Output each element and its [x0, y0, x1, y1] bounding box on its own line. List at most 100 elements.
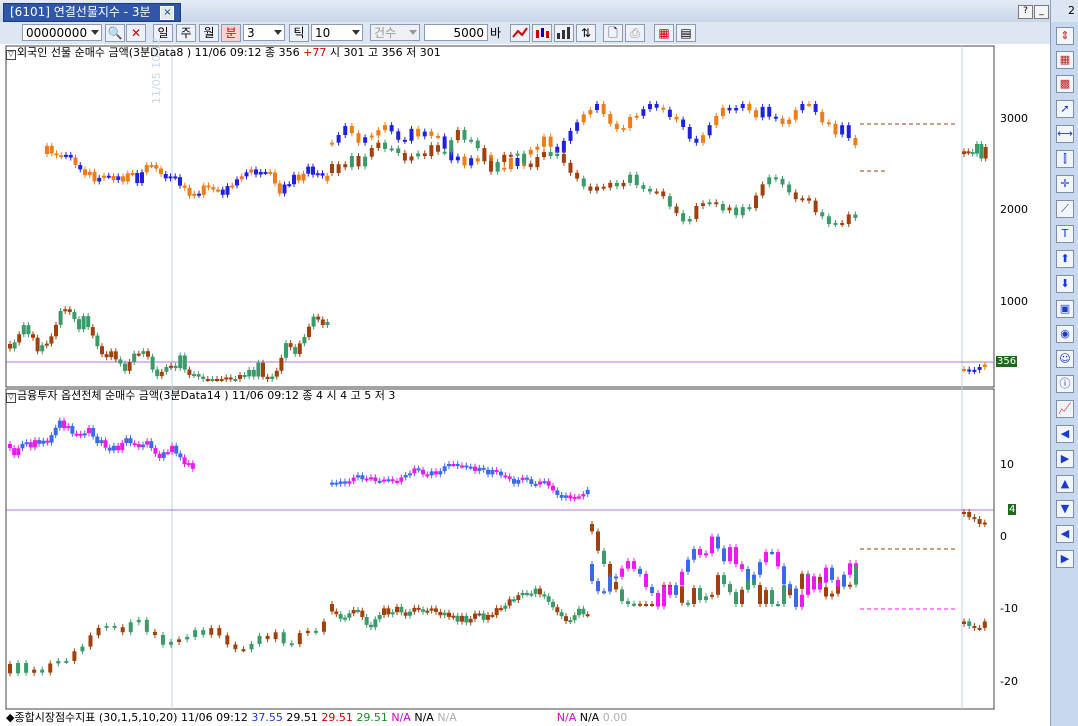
candle-button[interactable] — [532, 24, 552, 42]
top-series-d-candle — [681, 213, 686, 222]
right-button[interactable]: ▶ — [1056, 450, 1074, 468]
search-clear-button[interactable]: ✕ — [126, 24, 146, 42]
sort-button[interactable]: ⇅ — [576, 24, 596, 42]
foreign-futures-candle — [224, 377, 229, 380]
info-button[interactable]: ⓘ — [1056, 375, 1074, 393]
top-series-d-candle — [641, 185, 646, 189]
collapse-icon[interactable]: ▽ — [6, 50, 16, 60]
top-series-b-candle — [320, 173, 325, 176]
fin-options-c-candle — [451, 615, 456, 618]
table-button[interactable]: ▤ — [676, 24, 696, 42]
top-series-c-candle — [826, 122, 831, 125]
smile-button[interactable]: ☺ — [1056, 350, 1074, 368]
fin-options-c-candle — [447, 612, 451, 617]
top-series-c-candle — [575, 122, 580, 131]
count-select[interactable]: 건수 — [370, 24, 420, 41]
top-series-d-candle — [376, 142, 381, 149]
trend-button[interactable]: ⟋ — [1056, 200, 1074, 218]
fin-options-c-candle — [412, 607, 417, 612]
fin-options-d-candle — [369, 477, 373, 480]
minute-select[interactable]: 3 — [243, 24, 285, 41]
period-month-button[interactable]: 월 — [199, 24, 219, 42]
fin-options-c-candle — [351, 609, 356, 614]
chart-button[interactable]: ▩ — [1056, 75, 1074, 93]
scroll-button[interactable]: ⇕ — [1056, 27, 1074, 45]
fin-options-c-candle — [555, 607, 560, 613]
period-minute-button[interactable]: 분 — [221, 24, 241, 42]
grid-button[interactable]: ▦ — [1056, 51, 1074, 69]
top-series-c-candle — [528, 149, 533, 155]
chart-area[interactable]: ▽ 외국인 선물 순매수 금액(3분Data8 ) 11/06 09:12 종 3… — [0, 37, 1050, 726]
code-select[interactable]: 00000000 — [22, 24, 102, 41]
fin-options-a-candle — [20, 443, 25, 449]
fin-options-d-candle — [351, 477, 356, 482]
text-button[interactable]: T — [1056, 225, 1074, 243]
top-series-b-candle — [78, 165, 83, 170]
top-series-c-candle — [641, 109, 646, 116]
fin-options-c-candle — [490, 614, 495, 617]
top-series-d-candle — [522, 153, 527, 164]
fin-options-c-candle — [551, 601, 555, 608]
tick-button[interactable]: 틱 — [289, 24, 309, 42]
bar-chart-button[interactable] — [554, 24, 574, 42]
foreign-futures-candle — [72, 312, 77, 320]
fin-options-d-candle — [507, 476, 512, 479]
fin-options-d-candle — [520, 477, 525, 480]
cross-button[interactable]: ✛ — [1056, 175, 1074, 193]
chart-canvas[interactable] — [0, 44, 1050, 726]
top-series-c-candle — [740, 104, 745, 109]
fin-options-c-candle — [581, 608, 586, 615]
up-button[interactable]: ▲ — [1056, 475, 1074, 493]
hline-button[interactable]: ⟷ — [1056, 125, 1074, 143]
period-week-button[interactable]: 주 — [176, 24, 196, 42]
prev-button[interactable]: ◀ — [1056, 525, 1074, 543]
fin-options-d-candle — [564, 495, 568, 498]
collapse-icon[interactable]: ▽ — [6, 393, 16, 403]
tab-close-icon[interactable]: × — [160, 5, 175, 20]
fin-options-e-candle — [800, 573, 804, 589]
middle-tail-b-candle — [972, 625, 977, 629]
window-title: [6101] 연결선물지수 - 3분 — [10, 5, 151, 19]
top-series-d-candle — [442, 151, 447, 154]
minimize-button[interactable]: _ — [1034, 5, 1049, 19]
fin-options-c-candle — [559, 612, 564, 617]
pointer-button[interactable]: ➚ — [1056, 100, 1074, 118]
vline-button[interactable]: ⫿ — [1056, 150, 1074, 168]
rect-button[interactable]: ▣ — [1056, 300, 1074, 318]
top-series-b-candle — [54, 153, 59, 156]
mini-chart-button[interactable]: 📈 — [1056, 400, 1074, 418]
fin-options-a-candle — [128, 438, 133, 444]
foreign-futures-candle — [242, 375, 247, 378]
title-bar: [6101] 연결선물지수 - 3분 × ? _ — [0, 0, 1050, 23]
fin-options-f-candle — [812, 576, 816, 590]
fin-options-c-candle — [464, 615, 469, 623]
down-arrow-button[interactable]: ⬇ — [1056, 275, 1074, 293]
help-button[interactable]: ? — [1018, 5, 1033, 19]
top-series-d-candle — [793, 192, 798, 200]
foreign-futures-candle — [26, 325, 31, 335]
fin-options-b-candle — [321, 621, 326, 632]
window-tab[interactable]: [6101] 연결선물지수 - 3분 × — [3, 3, 182, 22]
tick-select[interactable]: 10 — [311, 24, 363, 41]
print-button[interactable]: ⎙ — [625, 24, 645, 42]
top-series-c-candle — [409, 128, 414, 141]
circle-button[interactable]: ◉ — [1056, 325, 1074, 343]
top-series-d-candle — [462, 129, 467, 140]
count-input[interactable]: 5000 — [424, 24, 488, 41]
fin-options-d-candle — [364, 478, 369, 481]
export-button[interactable]: ▦ — [654, 24, 674, 42]
up-arrow-button[interactable]: ⬆ — [1056, 250, 1074, 268]
down-button[interactable]: ▼ — [1056, 500, 1074, 518]
page-button[interactable]: 🗋 — [603, 24, 623, 42]
top-series-b-candle — [301, 173, 306, 181]
search-button[interactable]: 🔍 — [105, 24, 125, 42]
top-series-d-candle — [568, 162, 573, 173]
fin-options-f-candle — [614, 576, 618, 579]
left-button[interactable]: ◀ — [1056, 425, 1074, 443]
foreign-futures-candle — [210, 379, 215, 381]
top-y-tick: 3000 — [1000, 112, 1028, 125]
line-chart-button[interactable] — [510, 24, 530, 42]
next-button[interactable]: ▶ — [1056, 550, 1074, 568]
top-tail-b-candle — [962, 369, 966, 371]
top-series-d-candle — [654, 191, 659, 194]
